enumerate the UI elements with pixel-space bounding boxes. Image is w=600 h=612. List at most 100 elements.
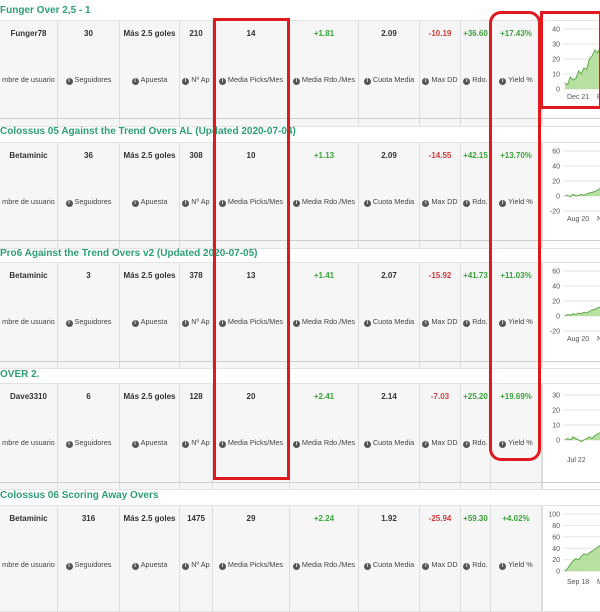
info-icon[interactable]: i [292,320,300,327]
performance-chart[interactable]: 100806040200Sep 18Mar [542,506,600,611]
info-icon[interactable]: i [463,78,471,85]
stat-value: 1475 [187,514,205,523]
info-icon[interactable]: i [218,563,226,570]
stat-label: i Apuesta [120,317,179,327]
info-icon[interactable]: i [131,200,139,207]
stat-label: i Seguidores [58,75,119,85]
stat-label: i Seguidores [58,438,119,448]
info-icon[interactable]: i [182,441,190,448]
x-tick-label: Jul 22 [567,457,586,464]
performance-chart[interactable]: 6040200-20Aug 20Nov 2 [542,263,600,368]
stat-label-text: Rdo. [472,317,488,326]
stat-label: i Rdo. [461,560,490,570]
info-icon[interactable]: i [131,563,139,570]
stat-label: i Media Rdo./Mes [290,197,358,207]
stat-label: i Media Rdo./Mes [290,438,358,448]
strategy-row[interactable]: Betaminic mbre de usuario 316 i Seguidores Má… [0,505,600,612]
stat-cell-result: +42.15 i Rdo. [461,143,491,248]
stat-label-text: Seguidores [74,197,112,206]
info-icon[interactable]: i [422,320,430,327]
stat-label: i Cuota Media [359,438,419,448]
stat-cell-yield: +4.02% i Yield % [491,506,542,611]
stat-value: 378 [189,271,203,280]
stat-cell-followers: 316 i Seguidores [58,506,120,611]
info-icon[interactable]: i [422,78,430,85]
stat-label-text: Nº Ap [191,75,210,84]
stat-cell-result: +41.73 i Rdo. [461,263,491,368]
stat-label: i Rdo. [461,438,490,448]
stat-label: i Seguidores [58,317,119,327]
info-icon[interactable]: i [65,563,73,570]
info-icon[interactable]: i [363,320,371,327]
stat-value: -14.55 [428,151,452,160]
stat-label: i Cuota Media [359,317,419,327]
stat-label-text: mbre de usuario [2,317,55,326]
info-icon[interactable]: i [463,441,471,448]
stat-cell-max-dd: -7.03 i Max DD [420,384,461,489]
y-tick-label: 40 [552,164,560,171]
info-icon[interactable]: i [131,320,139,327]
info-icon[interactable]: i [131,441,139,448]
info-icon[interactable]: i [65,78,73,85]
info-icon[interactable]: i [182,563,190,570]
info-icon[interactable]: i [463,200,471,207]
stat-label-text: Seguidores [74,75,112,84]
info-icon[interactable]: i [463,320,471,327]
stat-cell-username: Betaminic mbre de usuario [0,263,58,368]
stat-label: i Rdo. [461,75,490,85]
stat-cell-yield-month: +1.81 i Media Rdo./Mes [290,21,359,126]
info-icon[interactable]: i [422,441,430,448]
info-icon[interactable]: i [363,441,371,448]
stat-label: i Max DD [420,438,460,448]
stat-value: 1.92 [381,514,397,523]
info-icon[interactable]: i [363,563,371,570]
y-tick-label: 0 [556,314,560,321]
info-icon[interactable]: i [363,200,371,207]
info-icon[interactable]: i [131,78,139,85]
stat-label: i Media Picks/Mes [213,560,289,570]
y-tick-label: 60 [552,149,560,156]
info-icon[interactable]: i [422,200,430,207]
row-divider [0,482,600,483]
x-tick-label: Aug 20 [567,336,589,343]
stat-cell-avg-odds: 2.09 i Cuota Media [359,21,420,126]
stat-cell-avg-odds: 2.07 i Cuota Media [359,263,420,368]
info-icon[interactable]: i [182,200,190,207]
stat-label-text: Rdo. [472,75,488,84]
stat-value: Más 2.5 goles [123,514,176,523]
info-icon[interactable]: i [65,441,73,448]
stat-label-text: Seguidores [74,438,112,447]
info-icon[interactable]: i [499,563,507,570]
info-icon[interactable]: i [363,78,371,85]
stat-label: i Seguidores [58,560,119,570]
stat-label-text: Nº Ap [191,197,210,206]
info-icon[interactable]: i [292,563,300,570]
info-icon[interactable]: i [463,563,471,570]
y-tick-label: 0 [556,194,560,201]
chart-svg: 6040200-20Aug 20Nov 2 [550,149,600,223]
info-icon[interactable]: i [65,320,73,327]
performance-chart[interactable]: 6040200-20Aug 20Nov 2 [542,143,600,248]
info-icon[interactable]: i [292,78,300,85]
x-tick-label: Sep 18 [567,579,589,586]
stat-label-text: Media Rdo./Mes [301,560,356,569]
info-icon[interactable]: i [182,320,190,327]
info-icon[interactable]: i [292,441,300,448]
stat-cell-followers: 30 i Seguidores [58,21,120,126]
stat-value: 2.09 [381,29,397,38]
stat-cell-username: Betaminic mbre de usuario [0,143,58,248]
stat-value: -15.92 [428,271,452,280]
stat-label: i Media Rdo./Mes [290,560,358,570]
stat-cell-yield-month: +2.41 i Media Rdo./Mes [290,384,359,489]
stat-cell-followers: 36 i Seguidores [58,143,120,248]
y-tick-label: 0 [556,438,560,445]
info-icon[interactable]: i [182,78,190,85]
stat-cell-result: +25.20 i Rdo. [461,384,491,489]
stat-label-text: Rdo. [472,560,488,569]
info-icon[interactable]: i [65,200,73,207]
performance-chart[interactable]: 30 20 10 0 Jul 22 [542,384,600,489]
stat-value: 2.07 [381,271,397,280]
stat-value: -7.03 [430,392,450,401]
info-icon[interactable]: i [422,563,430,570]
info-icon[interactable]: i [292,200,300,207]
